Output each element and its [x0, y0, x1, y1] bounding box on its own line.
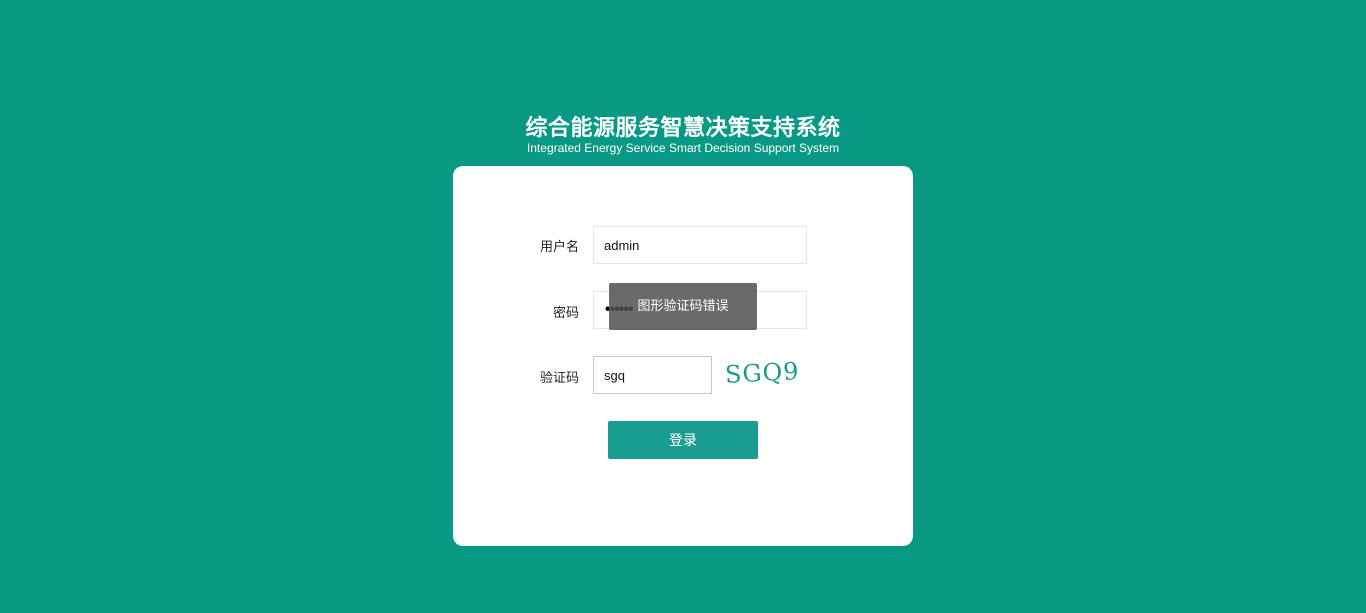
username-input[interactable]: [593, 226, 807, 264]
password-label: 密码: [552, 306, 579, 321]
error-toast: 图形验证码错误: [609, 283, 757, 330]
captcha-image[interactable]: SGQ9: [723, 356, 799, 390]
system-subtitle: Integrated Energy Service Smart Decision…: [526, 141, 840, 155]
username-label: 用户名: [539, 240, 579, 255]
captcha-image-text: SGQ9: [724, 357, 799, 389]
login-page: 综合能源服务智慧决策支持系统 Integrated Energy Service…: [0, 0, 1366, 613]
login-button[interactable]: 登录: [608, 421, 758, 459]
captcha-input[interactable]: [593, 356, 712, 394]
login-card: 用户名 密码 •••••• 验证码 SGQ9 登录: [453, 166, 913, 546]
system-title: 综合能源服务智慧决策支持系统: [525, 116, 841, 141]
captcha-label: 验证码: [539, 371, 579, 386]
